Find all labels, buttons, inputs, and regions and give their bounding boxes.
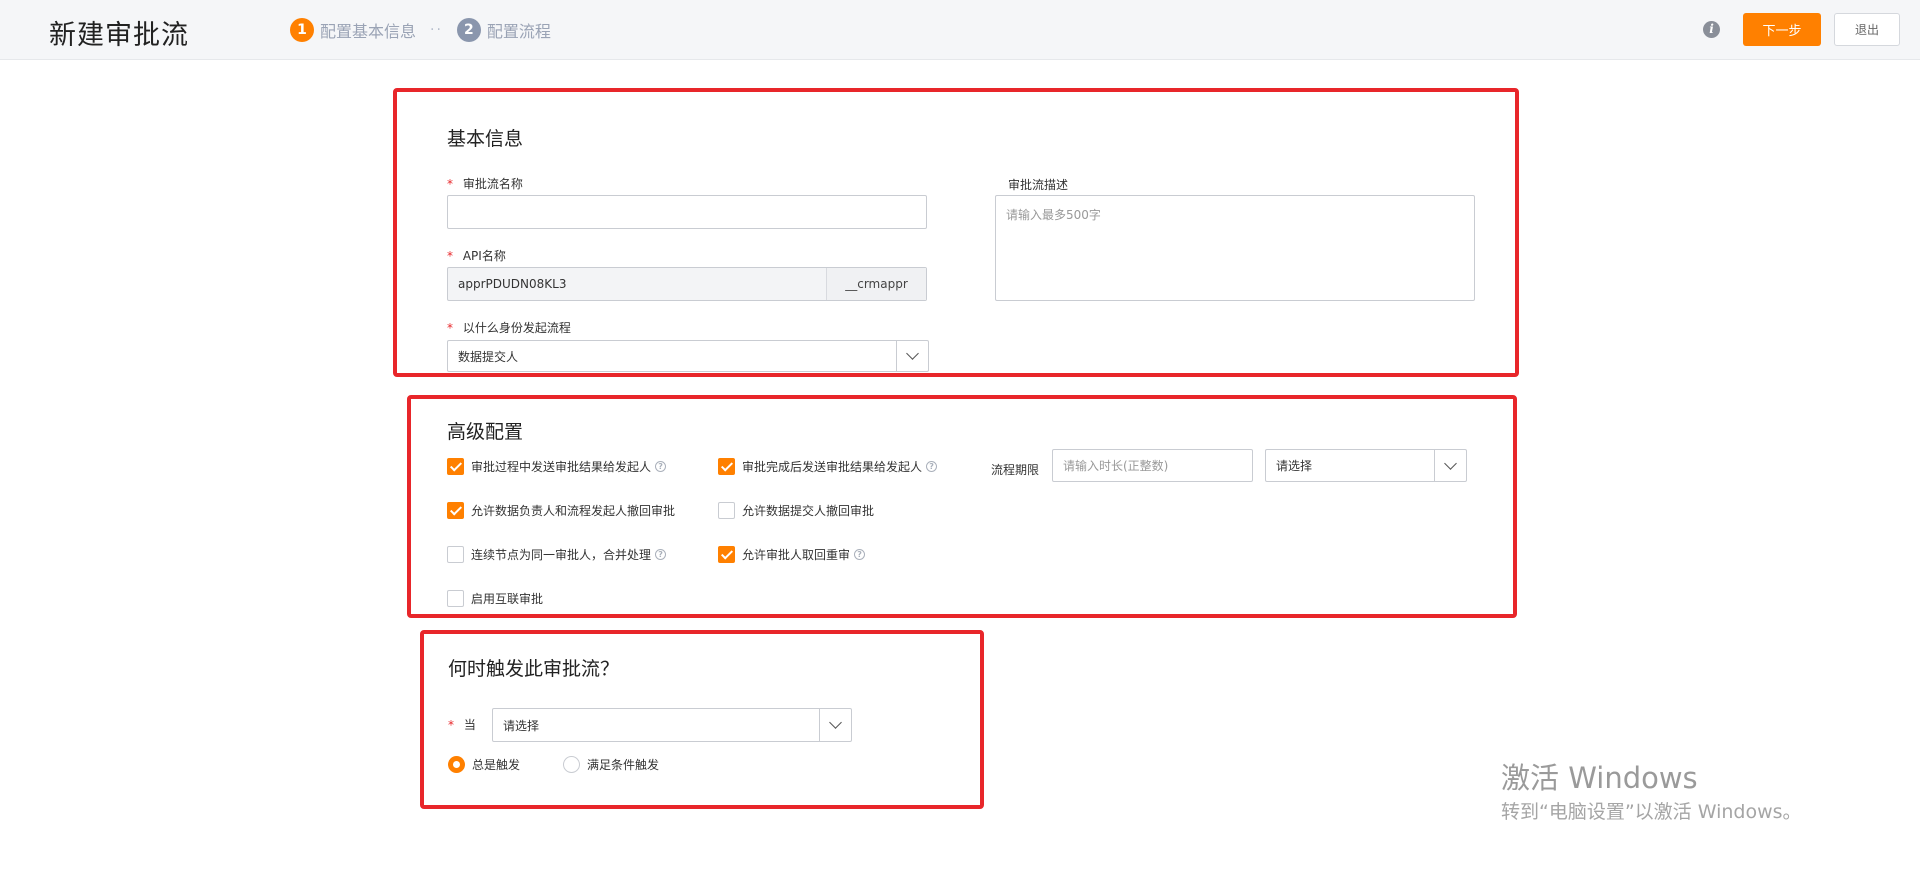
next-step-button[interactable]: 下一步: [1743, 13, 1821, 46]
checkbox-allow-retrieve[interactable]: [718, 546, 735, 563]
activation-watermark-subtitle: 转到“电脑设置”以激活 Windows。: [1501, 801, 1802, 823]
step-basic-info[interactable]: 1 配置基本信息: [290, 18, 416, 42]
option-notify-during[interactable]: 审批过程中发送审批结果给发起人 ?: [447, 458, 667, 475]
api-name-suffix: __crmappr: [826, 268, 926, 300]
exit-button[interactable]: 退出: [1834, 13, 1900, 46]
help-icon[interactable]: ?: [655, 549, 667, 560]
checkbox-enable-interconnect[interactable]: [447, 590, 464, 607]
option-notify-after[interactable]: 审批完成后发送审批结果给发起人 ?: [718, 458, 938, 475]
trigger-title: 何时触发此审批流？: [448, 658, 620, 680]
info-icon[interactable]: i: [1703, 21, 1720, 38]
basic-info-section: 基本信息 * 审批流名称 * API名称 apprPDUDN08KL3 __cr…: [393, 88, 1519, 377]
trigger-section: 何时触发此审批流？ * 当 请选择 总是触发 满足条件触发: [420, 630, 984, 809]
checkbox-notify-after[interactable]: [718, 458, 735, 475]
step-label-basic-info: 配置基本信息: [320, 22, 417, 41]
basic-info-title: 基本信息: [447, 128, 524, 150]
checkbox-merge-nodes[interactable]: [447, 546, 464, 563]
approval-name-input[interactable]: [447, 195, 927, 229]
identity-select[interactable]: 数据提交人: [447, 340, 929, 372]
deadline-label: 流程期限: [991, 463, 1040, 477]
advanced-config-title: 高级配置: [447, 421, 524, 443]
advanced-config-section: 高级配置 审批过程中发送审批结果给发起人 ? 审批完成后发送审批结果给发起人 ?…: [407, 395, 1517, 618]
option-allow-retrieve[interactable]: 允许审批人取回重审 ?: [718, 546, 866, 563]
radio-always-trigger[interactable]: 总是触发: [448, 756, 520, 773]
deadline-unit-select[interactable]: 请选择: [1265, 449, 1467, 482]
required-mark: *: [447, 321, 453, 335]
option-merge-nodes[interactable]: 连续节点为同一审批人，合并处理 ?: [447, 546, 667, 563]
api-field-label-row: * API名称: [447, 247, 506, 264]
trigger-object-select[interactable]: 请选择: [492, 708, 852, 742]
help-icon[interactable]: ?: [926, 461, 938, 472]
identity-select-value: 数据提交人: [458, 349, 519, 364]
option-allow-owner-withdraw[interactable]: 允许数据负责人和流程发起人撤回审批: [447, 502, 675, 519]
activation-watermark-title: 激活 Windows: [1501, 761, 1698, 795]
radio-label-condition: 满足条件触发: [587, 758, 660, 772]
description-textarea[interactable]: 请输入最多500字: [995, 195, 1475, 301]
checkbox-allow-owner-withdraw[interactable]: [447, 502, 464, 519]
radio-always[interactable]: [448, 756, 465, 773]
option-label: 审批完成后发送审批结果给发起人: [742, 460, 923, 474]
api-field-label: API名称: [462, 249, 506, 263]
option-enable-interconnect[interactable]: 启用互联审批: [447, 590, 543, 607]
option-allow-submitter-withdraw[interactable]: 允许数据提交人撤回审批: [718, 502, 874, 519]
radio-label-always: 总是触发: [472, 758, 521, 772]
option-label: 允许审批人取回重审: [742, 548, 851, 562]
option-label: 启用互联审批: [471, 592, 544, 606]
option-label: 允许数据负责人和流程发起人撤回审批: [471, 504, 676, 518]
required-mark: *: [447, 177, 453, 191]
name-field-label-row: * 审批流名称: [447, 175, 523, 192]
when-label-row: * 当: [448, 716, 476, 733]
option-label: 审批过程中发送审批结果给发起人: [471, 460, 652, 474]
identity-field-label: 以什么身份发起流程: [462, 321, 571, 335]
checkbox-allow-submitter-withdraw[interactable]: [718, 502, 735, 519]
identity-field-label-row: * 以什么身份发起流程: [447, 319, 571, 336]
option-label: 允许数据提交人撤回审批: [742, 504, 875, 518]
checkbox-notify-during[interactable]: [447, 458, 464, 475]
top-header: 新建审批流 1 配置基本信息 ·· 2 配置流程 i 下一步 退出: [0, 0, 1920, 60]
step-separator: ··: [430, 22, 443, 38]
when-label: 当: [463, 718, 476, 732]
description-field-label: 审批流描述: [1008, 178, 1069, 192]
trigger-object-value: 请选择: [503, 718, 540, 733]
name-field-label: 审批流名称: [462, 177, 523, 191]
step-label-process: 配置流程: [486, 22, 551, 41]
help-icon[interactable]: ?: [655, 461, 667, 472]
help-icon[interactable]: ?: [854, 549, 866, 560]
radio-condition[interactable]: [563, 756, 580, 773]
option-label: 连续节点为同一审批人，合并处理: [471, 548, 652, 562]
required-mark: *: [447, 249, 453, 263]
required-mark: *: [448, 718, 454, 732]
step-process[interactable]: 2 配置流程: [456, 18, 551, 42]
step-number-2: 2: [456, 18, 481, 42]
radio-condition-trigger[interactable]: 满足条件触发: [563, 756, 659, 773]
api-name-input: apprPDUDN08KL3 __crmappr: [447, 267, 927, 301]
deadline-unit-value: 请选择: [1276, 459, 1313, 473]
step-number-1: 1: [290, 18, 314, 42]
chevron-down-icon[interactable]: [896, 341, 928, 371]
chevron-down-icon[interactable]: [819, 709, 851, 741]
page-title: 新建审批流: [49, 20, 189, 51]
deadline-input[interactable]: 请输入时长(正整数): [1052, 449, 1253, 482]
step-indicator: 1 配置基本信息 ·· 2 配置流程: [290, 18, 551, 42]
api-name-value: apprPDUDN08KL3: [458, 277, 567, 291]
chevron-down-icon[interactable]: [1434, 450, 1466, 481]
